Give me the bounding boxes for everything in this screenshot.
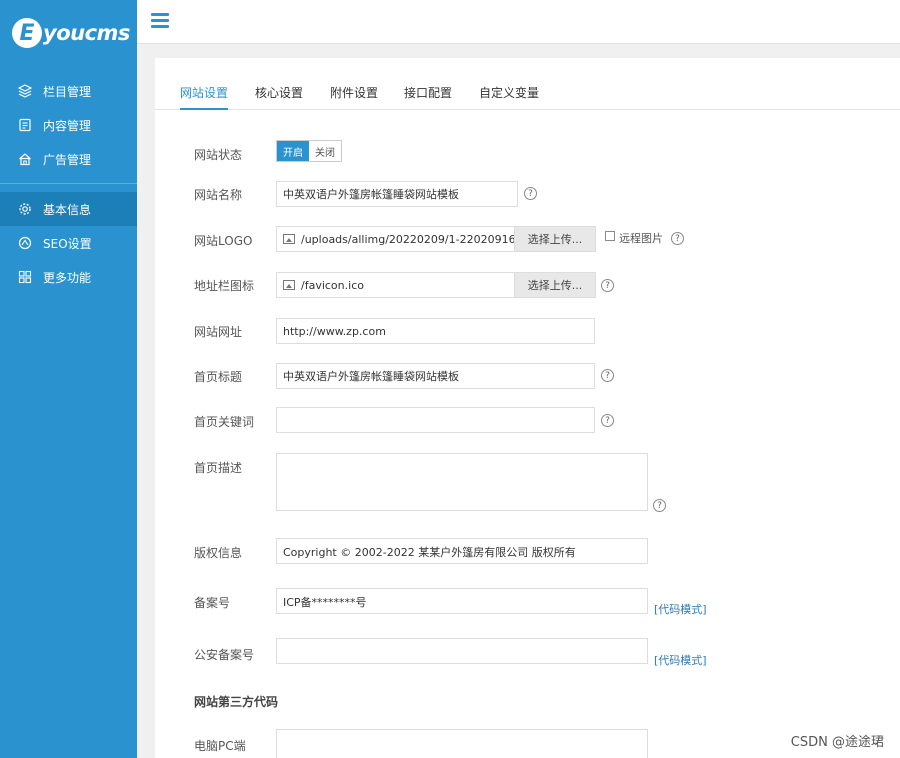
field-label: 备案号 (194, 596, 231, 610)
image-icon (283, 234, 295, 244)
top-bar (137, 0, 900, 44)
house-icon (18, 152, 32, 166)
favicon-input[interactable]: /favicon.ico (276, 272, 516, 298)
brand-logo[interactable]: E youcms (12, 18, 130, 48)
field-label: 首页关键词 (194, 415, 255, 429)
home-keywords-input[interactable] (276, 407, 595, 433)
field-label: 网站状态 (194, 148, 243, 162)
sidebar-item-label: 广告管理 (43, 152, 92, 167)
sidebar-item-label: 栏目管理 (43, 84, 92, 99)
sidebar-item-columns[interactable]: 栏目管理 (0, 74, 137, 108)
tab-attachment-settings[interactable]: 附件设置 (330, 84, 378, 110)
site-url-input[interactable]: http://www.zp.com (276, 318, 595, 344)
sidebar: E youcms 栏目管理 内容管理 广告管理 基本信息 SEO设置 更多功能 (0, 0, 137, 758)
logo-text: youcms (43, 21, 130, 45)
sidebar-item-label: 基本信息 (43, 202, 92, 217)
field-label: 网站LOGO (194, 234, 253, 248)
home-title-input[interactable]: 中英双语户外篷房帐篷睡袋网站模板 (276, 363, 595, 389)
icp-code-mode-link[interactable]: [代码模式] (654, 601, 707, 617)
seo-icon (18, 236, 32, 250)
help-icon[interactable]: ? (601, 279, 614, 292)
copyright-textarea[interactable]: Copyright © 2002-2022 某某户外篷房有限公司 版权所有 (276, 538, 648, 564)
sidebar-item-content[interactable]: 内容管理 (0, 108, 137, 142)
field-label: 首页描述 (194, 461, 243, 475)
favicon-upload-button[interactable]: 选择上传... (514, 272, 596, 298)
sidebar-item-label: 内容管理 (43, 118, 92, 133)
favicon-path: /favicon.ico (301, 278, 364, 292)
grid-icon (18, 270, 32, 284)
settings-tabs: 网站设置 核心设置 附件设置 接口配置 自定义变量 (155, 72, 900, 110)
remote-image-checkbox[interactable] (605, 231, 615, 241)
gear-icon (18, 202, 32, 216)
tab-api-config[interactable]: 接口配置 (404, 84, 452, 110)
site-logo-input[interactable]: /uploads/allimg/20220209/1-2202091620 (276, 226, 516, 252)
document-icon (18, 118, 32, 132)
watermark-text: CSDN @途途珺 (790, 735, 884, 750)
help-icon[interactable]: ? (653, 499, 666, 512)
icp-textarea[interactable]: ICP备********号 (276, 588, 648, 614)
layers-icon (18, 84, 32, 98)
help-icon[interactable]: ? (601, 414, 614, 427)
settings-panel: 网站设置 核心设置 附件设置 接口配置 自定义变量 网站状态 开启 关闭 网站名… (155, 58, 900, 758)
home-description-textarea[interactable] (276, 453, 648, 511)
help-icon[interactable]: ? (524, 187, 537, 200)
field-label: 地址栏图标 (194, 279, 255, 293)
police-record-textarea[interactable] (276, 638, 648, 664)
sidebar-item-label: 更多功能 (43, 270, 92, 285)
status-on-button[interactable]: 开启 (277, 141, 309, 161)
help-icon[interactable]: ? (671, 232, 684, 245)
site-status-toggle: 开启 关闭 (276, 140, 342, 162)
field-label: 首页标题 (194, 370, 243, 384)
remote-image-label: 远程图片 (619, 232, 663, 245)
sidebar-nav: 栏目管理 内容管理 广告管理 基本信息 SEO设置 更多功能 (0, 74, 137, 294)
sidebar-item-more[interactable]: 更多功能 (0, 260, 137, 294)
sidebar-item-label: SEO设置 (43, 236, 92, 251)
help-icon[interactable]: ? (601, 369, 614, 382)
status-off-button[interactable]: 关闭 (309, 141, 341, 161)
field-label: 网站网址 (194, 325, 243, 339)
logo-upload-button[interactable]: 选择上传... (514, 226, 596, 252)
field-label: 版权信息 (194, 546, 243, 560)
site-logo-path: /uploads/allimg/20220209/1-2202091620 (301, 232, 516, 246)
tab-custom-variables[interactable]: 自定义变量 (479, 84, 539, 110)
field-label: 网站名称 (194, 188, 243, 202)
logo-mark: E (12, 18, 42, 48)
tab-core-settings[interactable]: 核心设置 (255, 84, 303, 110)
sidebar-item-seo[interactable]: SEO设置 (0, 226, 137, 260)
tab-site-settings[interactable]: 网站设置 (180, 84, 229, 110)
third-party-code-title: 网站第三方代码 (194, 695, 279, 709)
sidebar-divider (0, 183, 137, 184)
pc-code-textarea[interactable] (276, 729, 648, 758)
field-label: 公安备案号 (194, 648, 255, 662)
sidebar-item-basic-info[interactable]: 基本信息 (0, 192, 137, 226)
site-name-input[interactable]: 中英双语户外篷房帐篷睡袋网站模板 (276, 181, 518, 207)
police-code-mode-link[interactable]: [代码模式] (654, 652, 707, 668)
field-label: 电脑PC端 (194, 739, 246, 753)
menu-toggle-icon[interactable] (151, 13, 169, 29)
sidebar-item-ads[interactable]: 广告管理 (0, 142, 137, 176)
image-icon (283, 280, 295, 290)
